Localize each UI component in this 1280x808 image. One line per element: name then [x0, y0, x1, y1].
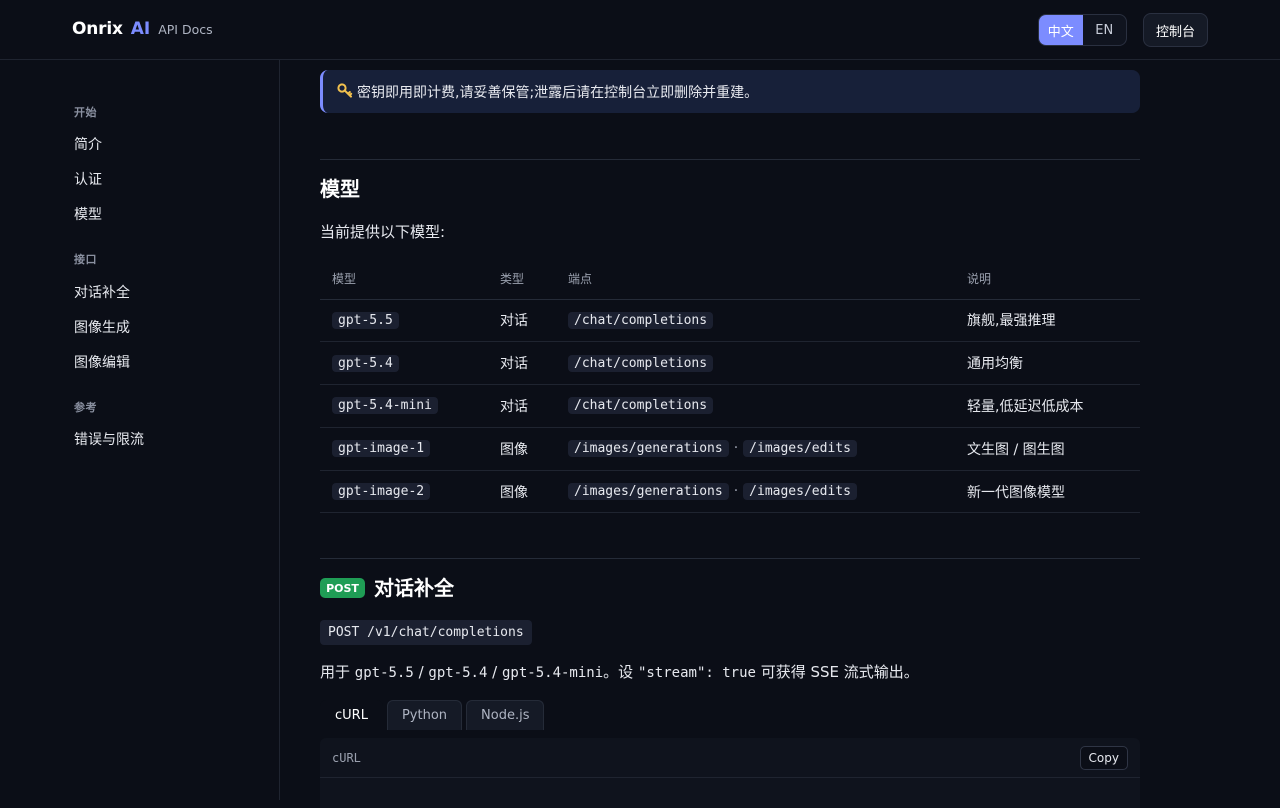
model-id-code: gpt-5.5 — [332, 311, 399, 329]
sidebar-item-image-edit[interactable]: 图像编辑 — [74, 352, 130, 372]
cell-desc: 文生图 / 图生图 — [955, 427, 1140, 471]
table-row: gpt-image-2 图像/images/generations ·/images… — [320, 470, 1140, 514]
cell-model: gpt-image-2 — [320, 470, 488, 514]
cell-type: 图像 — [488, 427, 556, 471]
cell-desc: 旗舰,最强推理 — [955, 299, 1140, 343]
endpoint-code: /images/generations — [568, 440, 729, 458]
tab-curl[interactable]: cURL — [320, 700, 383, 730]
cell-endpoint: /chat/completions — [556, 341, 955, 386]
language-toggle: 中文 EN — [1038, 14, 1127, 46]
model-id-code: gpt-image-2 — [332, 483, 431, 501]
usage-suffix: 可获得 SSE 流式输出。 — [755, 663, 919, 681]
sidebar: 开始 简介 认证 模型 接口 对话补全 图像生成 图像编辑 参考 错误与限流 — [0, 60, 280, 800]
key-warning-callout: 密钥即用即计费,请妥善保管;泄露后请在控制台立即删除并重建。 — [320, 70, 1140, 113]
endpoint-code: /chat/completions — [568, 354, 714, 372]
table-row: gpt-5.4 对话/chat/completions 通用均衡 — [320, 341, 1140, 386]
key-icon — [337, 82, 353, 102]
chat-heading: 对话补全 — [374, 576, 454, 600]
table-row: gpt-5.4-mini 对话/chat/completions 轻量,低延迟低成本 — [320, 384, 1140, 428]
cell-type: 图像 — [488, 470, 556, 514]
sidebar-item-image-gen[interactable]: 图像生成 — [74, 317, 130, 337]
col-endpoint: 端点 — [556, 258, 955, 300]
model-id-code: gpt-5.4 — [332, 354, 399, 372]
usage-stream-code: "stream": true — [637, 665, 756, 681]
table-header-row: 模型 类型 端点 说明 — [320, 258, 1140, 300]
table-row: gpt-5.5 对话/chat/completions 旗舰,最强推理 — [320, 299, 1140, 343]
usage-mid: 。设 — [603, 663, 638, 681]
usage-model-2: gpt-5.4 — [428, 665, 488, 681]
sidebar-item-chat[interactable]: 对话补全 — [74, 282, 130, 302]
model-id-code: gpt-image-1 — [332, 440, 431, 458]
cell-desc: 新一代图像模型 — [955, 470, 1140, 514]
cell-model: gpt-5.5 — [320, 299, 488, 343]
chat-usage-text: 用于 gpt-5.5 / gpt-5.4 / gpt-5.4-mini。设 "s… — [320, 661, 919, 682]
brand-ai: AI — [130, 19, 151, 39]
brand-name: Onrix — [72, 19, 123, 39]
cell-desc: 通用均衡 — [955, 341, 1140, 386]
sidebar-item-intro[interactable]: 简介 — [74, 134, 102, 154]
chat-endpoint: POST /v1/chat/completions — [320, 620, 532, 645]
brand-docs-label: API Docs — [158, 22, 213, 37]
divider — [320, 558, 1140, 559]
models-heading: 模型 — [320, 177, 360, 201]
usage-slash: / — [413, 663, 429, 681]
usage-prefix: 用于 — [320, 663, 355, 681]
callout-text: 密钥即用即计费,请妥善保管;泄露后请在控制台立即删除并重建。 — [357, 84, 759, 101]
cell-endpoint: /images/generations ·/images/edits — [556, 470, 955, 514]
sidebar-group-api: 接口 — [74, 253, 97, 266]
models-intro: 当前提供以下模型: — [320, 223, 446, 241]
usage-model-3: gpt-5.4-mini — [502, 665, 604, 681]
model-id-code: gpt-5.4-mini — [332, 397, 438, 415]
sidebar-item-errors[interactable]: 错误与限流 — [74, 429, 144, 449]
cell-type: 对话 — [488, 341, 556, 386]
tab-nodejs[interactable]: Node.js — [466, 700, 545, 730]
cell-model: gpt-5.4 — [320, 341, 488, 386]
cell-endpoint: /chat/completions — [556, 384, 955, 428]
cell-type: 对话 — [488, 384, 556, 428]
col-desc: 说明 — [955, 258, 1140, 300]
sidebar-item-auth[interactable]: 认证 — [74, 169, 102, 189]
cell-type: 对话 — [488, 299, 556, 343]
copy-button[interactable]: Copy — [1079, 745, 1128, 770]
col-type: 类型 — [488, 258, 556, 300]
main-content: 密钥即用即计费,请妥善保管;泄露后请在控制台立即删除并重建。 模型 当前提供以下… — [320, 60, 1140, 808]
lang-en-button[interactable]: EN — [1083, 15, 1127, 45]
endpoint-code: /images/generations — [568, 483, 729, 501]
code-block-header: cURL Copy — [320, 738, 1140, 778]
cell-model: gpt-image-1 — [320, 427, 488, 471]
code-block: cURL Copy — [320, 738, 1140, 808]
cell-endpoint: /images/generations ·/images/edits — [556, 427, 955, 471]
cell-desc: 轻量,低延迟低成本 — [955, 384, 1140, 428]
endpoint-code: /images/edits — [743, 440, 857, 458]
top-bar: Onrix AI API Docs 中文 EN 控制台 — [0, 0, 1280, 60]
usage-slash: / — [487, 663, 502, 681]
sidebar-group-start: 开始 — [74, 106, 97, 119]
code-language-label: cURL — [332, 750, 361, 765]
endpoint-code: /images/edits — [743, 483, 857, 501]
endpoint-code: /chat/completions — [568, 311, 714, 329]
models-table: 模型 类型 端点 说明 gpt-5.5 对话/chat/completions 旗舰… — [320, 258, 1140, 514]
post-method-badge: POST — [320, 578, 365, 598]
endpoint-code: /chat/completions — [568, 397, 714, 415]
brand-logo[interactable]: Onrix AI API Docs — [72, 19, 213, 39]
cell-model: gpt-5.4-mini — [320, 384, 488, 428]
cell-endpoint: /chat/completions — [556, 299, 955, 343]
sidebar-group-reference: 参考 — [74, 401, 97, 414]
endpoint-separator: · — [733, 440, 739, 457]
usage-model-1: gpt-5.5 — [354, 665, 414, 681]
endpoint-separator: · — [733, 483, 739, 500]
code-tabs: cURL Python Node.js — [320, 700, 548, 730]
divider — [320, 159, 1140, 160]
tab-python[interactable]: Python — [386, 700, 463, 730]
sidebar-item-models[interactable]: 模型 — [74, 204, 102, 224]
console-button[interactable]: 控制台 — [1143, 13, 1208, 47]
table-row: gpt-image-1 图像/images/generations ·/images… — [320, 427, 1140, 471]
col-model: 模型 — [320, 258, 488, 300]
lang-zh-button[interactable]: 中文 — [1039, 15, 1083, 45]
